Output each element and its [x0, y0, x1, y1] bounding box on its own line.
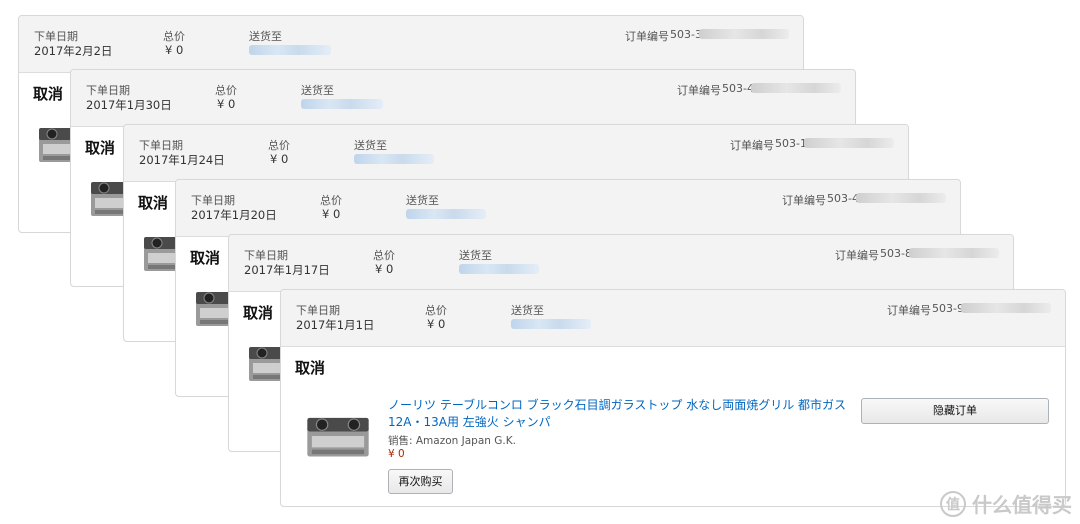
ship-to-recipient[interactable]	[249, 45, 331, 55]
order-number-prefix: 503-3	[670, 28, 702, 41]
order-header: 下单日期 2017年1月30日 总价 ¥ 0 送货至 订单编号 503-4	[71, 70, 855, 127]
order-date: 2017年1月24日	[139, 153, 225, 167]
product-title-line1[interactable]: ノーリツ テーブルコンロ ブラック石目調ガラストップ 水なし両面焼グリル 都市ガ…	[388, 397, 846, 414]
order-total-label: 总价	[268, 139, 290, 152]
ship-to-recipient[interactable]	[406, 209, 486, 219]
ship-to-recipient[interactable]	[301, 99, 383, 109]
ship-to-recipient[interactable]	[511, 319, 591, 329]
order-total-label: 总价	[320, 194, 342, 207]
ship-to-label: 送货至	[511, 304, 544, 317]
order-date-label: 下单日期	[296, 304, 340, 317]
order-number-redacted	[909, 248, 999, 258]
order-total-label: 总价	[425, 304, 447, 317]
order-number-label: 订单编号	[887, 304, 931, 317]
order-total: ¥ 0	[165, 43, 184, 57]
order-number-label: 订单编号	[730, 139, 774, 152]
ship-to-recipient[interactable]	[354, 154, 434, 164]
order-number-prefix: 503-4	[722, 82, 754, 95]
order-status: 取消	[85, 139, 116, 157]
ship-to-label: 送货至	[459, 249, 492, 262]
order-status: 取消	[243, 304, 274, 322]
ship-to-recipient[interactable]	[459, 264, 539, 274]
order-total: ¥ 0	[375, 262, 394, 276]
order-date-label: 下单日期	[86, 84, 130, 97]
gas-stove-icon[interactable]	[301, 411, 375, 461]
watermark-text: 什么值得买	[972, 493, 1072, 517]
zhi-logo-icon: 值	[940, 490, 966, 517]
order-header: 下单日期 2017年2月2日 总价 ¥ 0 送货至 订单编号 503-3	[19, 16, 803, 73]
order-date: 2017年1月1日	[296, 318, 375, 332]
order-total-label: 总价	[163, 30, 185, 43]
order-total: ¥ 0	[322, 207, 341, 221]
order-date: 2017年1月30日	[86, 98, 172, 112]
order-date-label: 下单日期	[139, 139, 183, 152]
order-status: 取消	[138, 194, 169, 212]
watermark: 值 什么值得买	[940, 489, 1072, 518]
order-date-label: 下单日期	[34, 30, 78, 43]
ship-to-label: 送货至	[406, 194, 439, 207]
order-header: 下单日期 2017年1月1日 总价 ¥ 0 送货至 订单编号 503-9	[281, 290, 1065, 347]
order-number-prefix: 503-4	[827, 192, 859, 205]
order-date-label: 下单日期	[244, 249, 288, 262]
order-number-label: 订单编号	[625, 30, 669, 43]
order-total: ¥ 0	[427, 317, 446, 331]
order-number-redacted	[751, 83, 841, 93]
order-status: 取消	[295, 359, 326, 377]
order-header: 下单日期 2017年1月17日 总价 ¥ 0 送货至 订单编号 503-8	[229, 235, 1013, 292]
ship-to-label: 送货至	[354, 139, 387, 152]
product-title-line2[interactable]: 12A・13A用 左強火 シャンパ	[388, 414, 551, 431]
hide-order-button[interactable]: 隐藏订单	[861, 398, 1049, 424]
order-header: 下单日期 2017年1月24日 总价 ¥ 0 送货至 订单编号 503-1	[124, 125, 908, 182]
order-date: 2017年2月2日	[34, 44, 113, 58]
order-number-label: 订单编号	[677, 84, 721, 97]
order-number-redacted	[961, 303, 1051, 313]
order-number-prefix: 503-1	[775, 137, 807, 150]
order-card: 下单日期 2017年1月1日 总价 ¥ 0 送货至 订单编号 503-9 取消 …	[280, 289, 1066, 507]
order-total: ¥ 0	[270, 152, 289, 166]
order-number-label: 订单编号	[782, 194, 826, 207]
product-price: ¥ 0	[388, 448, 405, 460]
order-total-label: 总价	[215, 84, 237, 97]
order-date: 2017年1月20日	[191, 208, 277, 222]
order-number-label: 订单编号	[835, 249, 879, 262]
order-date-label: 下单日期	[191, 194, 235, 207]
order-total: ¥ 0	[217, 97, 236, 111]
order-number-prefix: 503-8	[880, 247, 912, 260]
order-status: 取消	[190, 249, 221, 267]
order-number-prefix: 503-9	[932, 302, 964, 315]
product-seller: 销售: Amazon Japan G.K.	[388, 435, 516, 447]
ship-to-label: 送货至	[301, 84, 334, 97]
order-date: 2017年1月17日	[244, 263, 330, 277]
order-number-redacted	[699, 29, 789, 39]
order-number-redacted	[856, 193, 946, 203]
ship-to-label: 送货至	[249, 30, 282, 43]
buy-again-button[interactable]: 再次购买	[388, 469, 453, 494]
order-number-redacted	[804, 138, 894, 148]
order-total-label: 总价	[373, 249, 395, 262]
order-status: 取消	[33, 85, 64, 103]
order-header: 下单日期 2017年1月20日 总价 ¥ 0 送货至 订单编号 503-4	[176, 180, 960, 237]
